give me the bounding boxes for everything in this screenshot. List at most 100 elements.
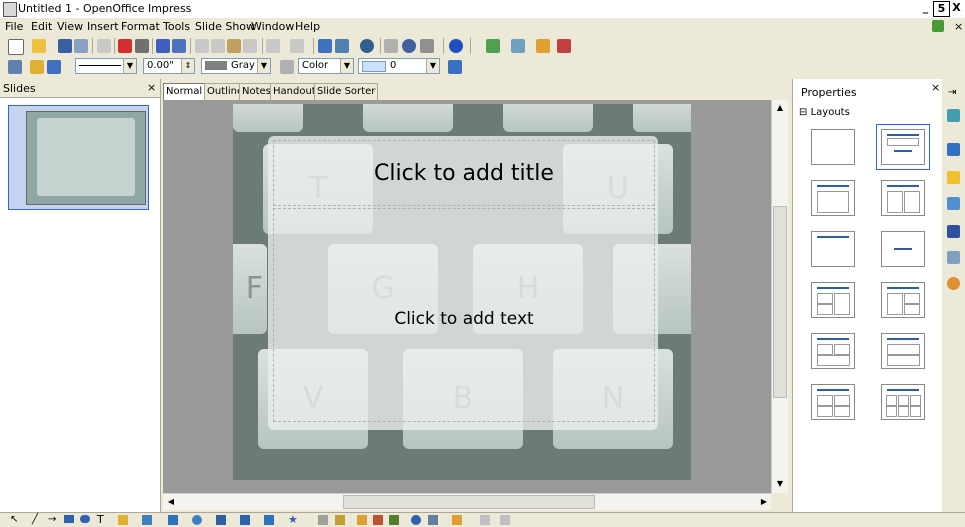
spellcheck-icon[interactable] <box>156 39 170 53</box>
scroll-right-icon[interactable]: ▶ <box>757 495 771 509</box>
menu-insert[interactable]: Insert <box>87 20 119 33</box>
save-icon[interactable] <box>58 39 72 53</box>
horizontal-scroll-thumb[interactable] <box>343 495 595 509</box>
update-icon[interactable] <box>932 20 944 32</box>
layout-two-content[interactable] <box>881 180 925 216</box>
copy-icon[interactable] <box>211 39 225 53</box>
menu-file[interactable]: File <box>5 20 23 33</box>
vertical-scroll-thumb[interactable] <box>773 206 787 398</box>
layout-title-2content-content[interactable] <box>811 282 855 318</box>
open-icon[interactable] <box>32 39 46 53</box>
layout-blank[interactable] <box>811 129 855 165</box>
menu-window[interactable]: Window <box>251 20 294 33</box>
menu-slide-show[interactable]: Slide Show <box>195 20 255 33</box>
scroll-up-icon[interactable]: ▲ <box>773 101 787 115</box>
undo-icon[interactable] <box>266 39 280 53</box>
vertical-scrollbar[interactable]: ▲ ▼ <box>771 100 788 493</box>
layout-title-content[interactable] <box>876 124 930 170</box>
help-icon[interactable] <box>449 39 463 53</box>
zoom-icon[interactable] <box>420 39 434 53</box>
tab-slide-sorter[interactable]: Slide Sorter <box>314 83 379 100</box>
callouts-icon[interactable] <box>264 515 274 525</box>
layout-title-content-over-content[interactable] <box>881 333 925 369</box>
close-icon[interactable]: × <box>931 81 940 94</box>
text-tool-icon[interactable]: T <box>97 513 104 526</box>
menu-tools[interactable]: Tools <box>163 20 190 33</box>
presentation-icon[interactable] <box>557 39 571 53</box>
cut-icon[interactable] <box>195 39 209 53</box>
area-icon[interactable] <box>280 60 294 74</box>
layout-title-only[interactable] <box>811 231 855 267</box>
close-icon[interactable]: × <box>147 81 156 94</box>
chevron-down-icon[interactable]: ▼ <box>340 59 353 73</box>
grid-icon[interactable] <box>384 39 398 53</box>
chevron-down-icon[interactable]: ▼ <box>426 59 439 73</box>
tab-notes[interactable]: Notes <box>239 83 274 100</box>
shadow-icon[interactable] <box>448 60 462 74</box>
arrow-tool-icon[interactable]: → <box>48 514 56 525</box>
horizontal-scrollbar[interactable]: ◀ ▶ <box>163 493 771 510</box>
basic-shapes-icon[interactable] <box>168 515 178 525</box>
email-icon[interactable] <box>74 39 88 53</box>
slide-transition-icon[interactable] <box>947 197 960 210</box>
redo-icon[interactable] <box>290 39 304 53</box>
properties-deck-icon[interactable] <box>947 109 960 122</box>
layout-title-4content[interactable] <box>811 384 855 420</box>
alignment-icon[interactable] <box>428 515 438 525</box>
from-file-icon[interactable] <box>373 515 383 525</box>
tab-normal[interactable]: Normal <box>163 83 206 100</box>
line-tool-icon[interactable]: ╱ <box>32 514 38 525</box>
paste-icon[interactable] <box>227 39 241 53</box>
spin-icon[interactable]: ⇕ <box>181 59 194 73</box>
navigator-icon[interactable] <box>360 39 374 53</box>
slide-show-icon[interactable] <box>536 39 550 53</box>
block-arrows-icon[interactable] <box>216 515 226 525</box>
select-icon[interactable]: ↖ <box>10 514 18 525</box>
line-icon[interactable] <box>30 60 44 74</box>
flowchart-icon[interactable] <box>240 515 250 525</box>
slide-layout-icon[interactable] <box>486 39 500 53</box>
line-width-field[interactable]: 0.00" ⇕ <box>143 58 195 74</box>
document-close-icon[interactable]: × <box>954 20 963 33</box>
layouts-section-header[interactable]: ⊟ Layouts <box>799 107 850 118</box>
stars-icon[interactable]: ★ <box>288 513 298 526</box>
symbol-shapes-icon[interactable] <box>192 515 202 525</box>
scroll-down-icon[interactable]: ▼ <box>773 477 787 491</box>
curve-icon[interactable] <box>118 515 128 525</box>
menu-help[interactable]: Help <box>295 20 320 33</box>
autospellcheck-icon[interactable] <box>172 39 186 53</box>
line-color-select[interactable]: Gray ▼ <box>201 58 271 74</box>
restore-button[interactable]: 5 <box>933 1 950 17</box>
styles-formatting-icon[interactable] <box>947 225 960 238</box>
layout-centered-text[interactable] <box>881 231 925 267</box>
master-pages-icon[interactable] <box>947 143 960 156</box>
edit-file-icon[interactable] <box>97 39 111 53</box>
close-button[interactable]: X <box>949 1 964 15</box>
rectangle-icon[interactable] <box>64 515 74 523</box>
fill-select[interactable]: 0 ▼ <box>358 58 440 74</box>
layout-title-2content-over-content[interactable] <box>811 333 855 369</box>
print-icon[interactable] <box>135 39 149 53</box>
menu-edit[interactable]: Edit <box>31 20 52 33</box>
custom-animation-icon[interactable] <box>947 171 960 184</box>
styles-icon[interactable] <box>8 60 22 74</box>
ellipse-icon[interactable] <box>80 515 90 523</box>
transformations-icon[interactable] <box>500 515 510 525</box>
chevron-down-icon[interactable]: ▼ <box>123 59 136 73</box>
layout-title-content-2content[interactable] <box>881 282 925 318</box>
line-style-select[interactable]: ▼ <box>75 58 137 74</box>
clone-formatting-icon[interactable] <box>243 39 257 53</box>
table-icon[interactable] <box>335 39 349 53</box>
chevron-down-icon[interactable]: ▼ <box>257 59 270 73</box>
slide-canvas[interactable]: T U F G H J V B N Click to add title Cli… <box>163 100 771 493</box>
gallery-tool-icon[interactable] <box>389 515 399 525</box>
extrusion-icon[interactable] <box>480 515 490 525</box>
title-placeholder[interactable]: Click to add title <box>273 140 655 206</box>
menu-format[interactable]: Format <box>121 20 160 33</box>
points-icon[interactable] <box>318 515 328 525</box>
layout-title-text[interactable] <box>811 180 855 216</box>
arrange-icon[interactable] <box>452 515 462 525</box>
tab-handout[interactable]: Handout <box>270 83 319 100</box>
export-pdf-icon[interactable] <box>118 39 132 53</box>
body-placeholder[interactable]: Click to add text <box>273 208 655 422</box>
